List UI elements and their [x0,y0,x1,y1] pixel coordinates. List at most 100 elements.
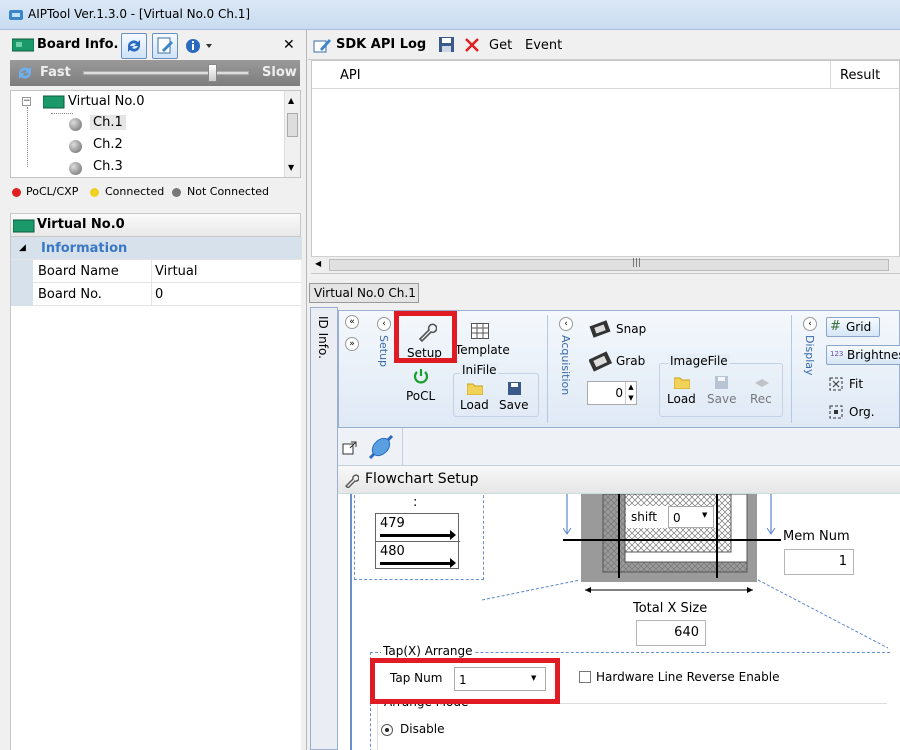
popout-button[interactable] [342,440,357,455]
get-button[interactable]: Get [489,38,512,53]
board-icon [12,38,34,52]
scroll-thumb[interactable]: ||| [329,258,889,271]
chevron-down-icon: ▼ [702,511,708,519]
speed-thumb[interactable] [208,64,218,82]
category-label: Information [41,241,128,256]
board-icon [43,95,65,109]
refresh-button[interactable] [121,33,147,59]
clear-log-button[interactable] [463,36,481,54]
collapse-left-icon[interactable]: « [345,315,359,329]
tree-channel-item[interactable]: Ch.1 [90,115,126,130]
spinner-arrows-icon[interactable]: ▲ ▼ [625,382,636,404]
speed-slider[interactable]: Fast Slow [10,60,300,86]
hw-reverse-label: Hardware Line Reverse Enable [596,670,780,684]
sdk-toolbar: SDK API Log Get Event [308,30,900,60]
grab-button[interactable]: Grab [589,351,653,375]
folder-icon [674,377,690,389]
disable-radio[interactable] [381,724,393,736]
column-divider [151,260,152,283]
group-collapse-icon[interactable]: ‹ [377,317,391,331]
property-row[interactable]: Board Name Virtual [11,260,302,283]
close-panel-button[interactable]: ✕ [283,37,297,53]
wrench-icon [345,474,359,488]
document-tab[interactable]: Virtual No.0 Ch.1 [309,283,419,303]
legend-label: Connected [105,185,165,198]
sdk-log-grid: API Result [311,60,900,274]
event-button[interactable]: Event [525,38,562,53]
hw-reverse-checkbox[interactable] [579,671,591,683]
tree-line [27,107,28,167]
template-button[interactable]: Template [453,319,513,365]
tree-channel-item[interactable]: Ch.2 [93,137,123,152]
column-header[interactable]: Result [831,61,900,89]
info-icon [186,39,212,53]
inifile-label: IniFile [460,363,499,377]
imagefile-label: ImageFile [668,354,730,368]
shift-select[interactable]: 0 ▼ [668,506,714,528]
expand-right-icon[interactable]: » [345,337,359,351]
save-log-button[interactable] [438,36,456,54]
property-value[interactable]: Virtual [155,264,197,279]
inifile-load-button[interactable]: Load [458,380,492,416]
strip-divider [402,428,403,466]
legend-label: PoCL/CXP [26,185,79,198]
total-x-input[interactable]: 640 [636,620,706,646]
inifile-group: IniFile Load Save [453,363,539,417]
sdk-hscrollbar[interactable]: ◀ ||| [311,256,900,273]
speed-icon [19,67,31,79]
fit-button-label: Fit [849,377,864,391]
property-category[interactable]: ◢ Information [11,237,302,260]
property-value[interactable]: 0 [155,287,163,302]
group-separator [547,315,548,423]
property-name: Board No. [38,287,102,302]
legend-dot-icon [12,188,21,197]
image-load-button[interactable]: Load [664,376,700,414]
edit-button[interactable] [152,33,178,59]
group-collapse-icon[interactable]: ‹ [803,317,817,331]
column-header[interactable]: API [312,61,831,89]
fit-button[interactable]: Fit [829,375,879,393]
pencil-icon [157,37,173,54]
film-icon [589,320,611,338]
connect-button[interactable] [364,430,398,464]
org-button[interactable]: Org. [829,403,879,421]
scroll-up-icon[interactable]: ▲ [288,96,294,105]
column-header-label: Result [840,68,881,83]
image-save-button[interactable]: Save [704,376,740,414]
org-button-label: Org. [849,405,875,419]
pen-icon [313,39,331,53]
snap-button[interactable]: Snap [589,319,653,341]
id-info-tab[interactable]: ID Info. [310,307,338,750]
property-row[interactable]: Board No. 0 [11,283,302,306]
flow-connector [350,494,352,750]
radio-dot-icon [385,728,389,732]
status-dot-icon [69,140,82,153]
group-collapse-icon[interactable]: ‹ [559,317,573,331]
line-number: 479 [380,516,405,531]
shift-label: shift [631,510,657,524]
fit-icon [829,377,843,391]
image-rec-button[interactable]: Rec [744,376,780,414]
inifile-save-button[interactable]: Save [498,380,534,416]
tree-root-node[interactable]: Virtual No.0 [68,94,144,109]
inifile-save-label: Save [499,398,529,412]
scroll-down-icon[interactable]: ▼ [288,163,294,172]
delete-x-icon [465,38,479,52]
shift-control: shift 0 ▼ [626,506,716,528]
tree-channel-item[interactable]: Ch.3 [93,159,123,174]
grab-count-spinner[interactable]: 0 ▲ ▼ [587,381,637,405]
collapse-toggle[interactable]: − [22,97,31,106]
disable-label: Disable [400,722,445,736]
tree-scrollbar[interactable]: ▲ ▼ [284,91,300,177]
scroll-left-icon[interactable]: ◀ [315,259,321,268]
mem-num-input[interactable]: 1 [784,549,854,575]
brightness-button[interactable]: 123 Brightness [826,345,900,365]
scroll-thumb[interactable] [287,113,298,137]
setup-group-label: Setup [377,335,390,368]
pocl-button[interactable]: PoCL [401,367,441,407]
line-group: : 479 480 [354,494,484,580]
document-tab-label: Virtual No.0 Ch.1 [314,286,416,300]
window-title: AIPTool Ver.1.3.0 - [Virtual No.0 Ch.1] [28,7,251,21]
info-dropdown[interactable] [184,36,216,56]
grid-toggle-button[interactable]: # Grid [826,317,880,337]
